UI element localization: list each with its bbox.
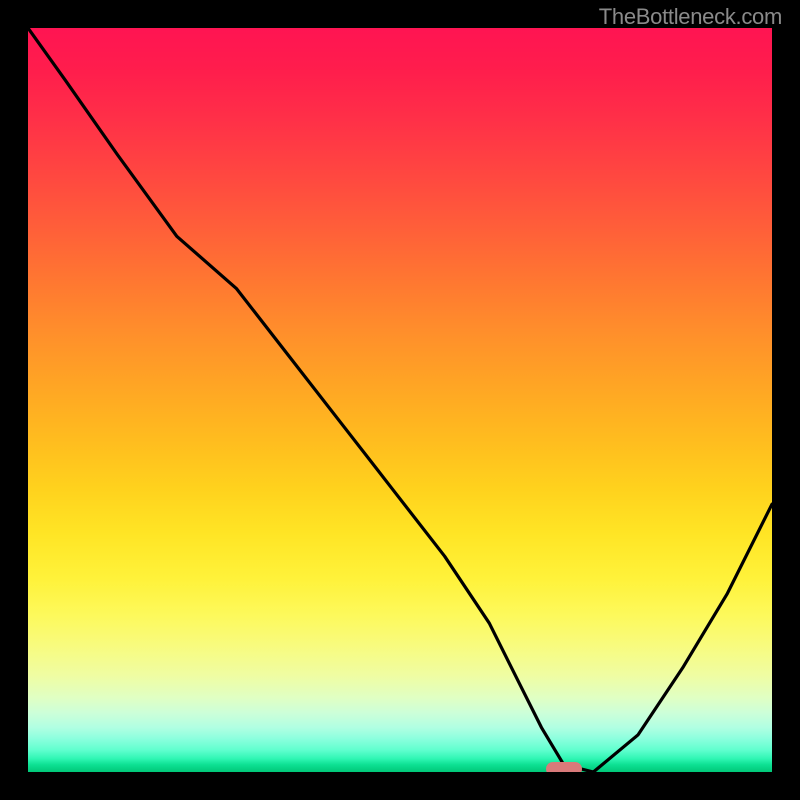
watermark-text: TheBottleneck.com [599,4,782,30]
optimal-point-marker [546,762,582,772]
bottleneck-curve [28,28,772,772]
chart-plot-area [28,28,772,772]
